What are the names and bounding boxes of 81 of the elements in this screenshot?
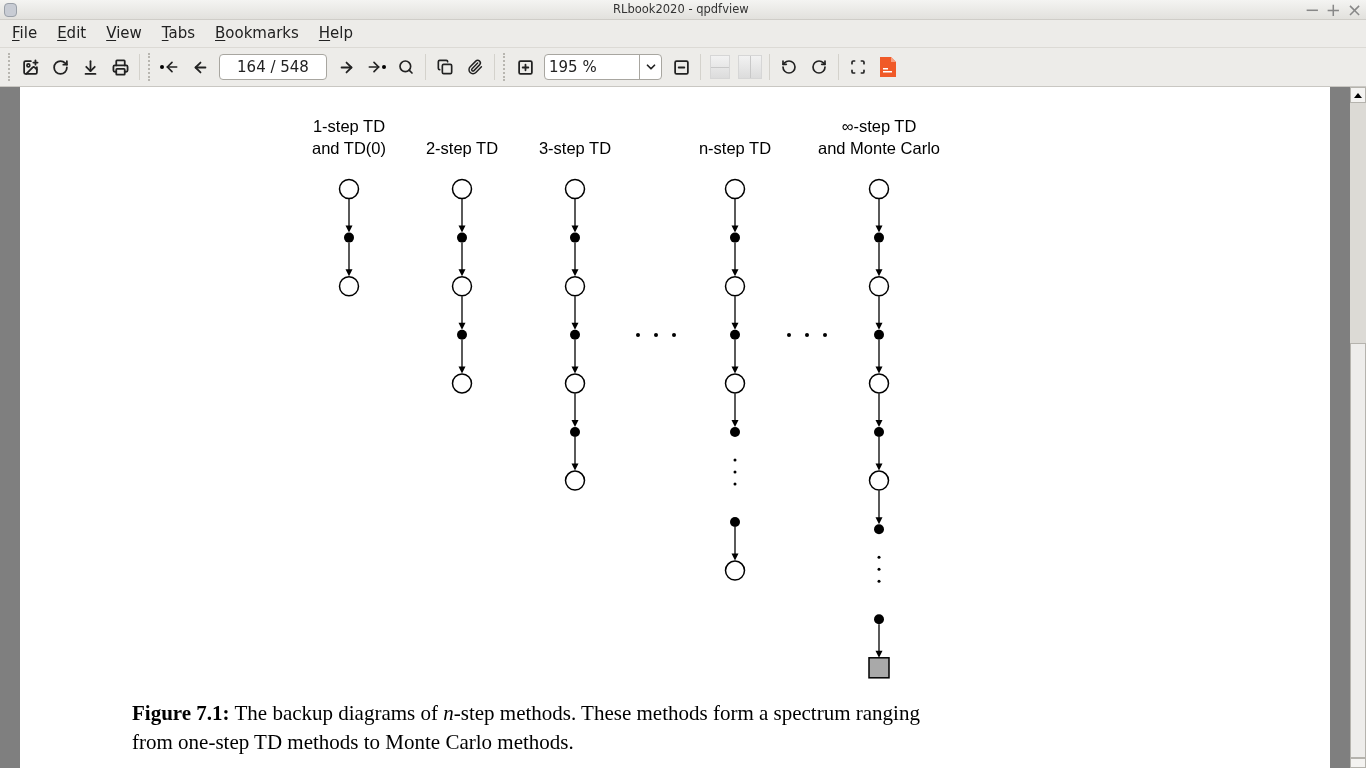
action-node — [570, 329, 580, 340]
menu-item[interactable]: View — [96, 22, 152, 45]
arrow — [458, 339, 466, 374]
action-node — [730, 329, 740, 340]
arrow — [571, 295, 579, 330]
page-field[interactable]: 164 / 548 — [219, 54, 327, 80]
action-node — [730, 517, 740, 527]
ellipsis-icon — [636, 333, 676, 337]
arrow — [571, 241, 579, 277]
ellipsis-icon — [787, 333, 827, 337]
state-node — [868, 178, 890, 200]
arrow — [458, 198, 466, 233]
state-node — [338, 275, 360, 297]
state-node — [451, 275, 473, 297]
state-node — [724, 560, 746, 581]
action-node — [457, 329, 467, 340]
arrow — [875, 392, 883, 427]
arrow — [875, 436, 883, 471]
vertical-scrollbar[interactable] — [1350, 87, 1366, 768]
state-node — [564, 470, 586, 491]
terminal-node — [868, 657, 890, 679]
arrow — [345, 198, 353, 233]
column-label: 1-step TD and TD(0) — [312, 116, 386, 159]
column-label: 2-step TD — [425, 138, 499, 159]
menu-item[interactable]: Tabs — [151, 22, 205, 45]
state-node — [724, 178, 746, 200]
state-node — [564, 178, 586, 200]
menu-item[interactable]: Help — [308, 22, 364, 45]
state-node — [451, 178, 473, 200]
arrow — [571, 392, 579, 427]
action-node — [457, 232, 467, 243]
state-node — [868, 275, 890, 297]
scroll-up-icon[interactable] — [1350, 87, 1366, 103]
arrow — [731, 198, 739, 233]
state-node — [564, 275, 586, 297]
scroll-thumb[interactable] — [1350, 343, 1366, 758]
zoom-combobox[interactable]: 195 % — [544, 54, 662, 80]
action-node — [874, 614, 884, 625]
state-node — [868, 470, 890, 491]
arrow — [458, 241, 466, 277]
arrow — [571, 198, 579, 233]
action-node — [730, 232, 740, 243]
state-node — [564, 373, 586, 394]
state-node — [451, 373, 473, 394]
action-node — [874, 329, 884, 340]
vertical-ellipsis-icon — [733, 458, 737, 486]
arrow — [731, 339, 739, 374]
arrow — [345, 241, 353, 277]
action-node — [874, 232, 884, 243]
action-node — [570, 232, 580, 243]
arrow — [571, 436, 579, 471]
arrow — [731, 241, 739, 277]
arrow — [731, 295, 739, 330]
menu-item[interactable]: Edit — [47, 22, 97, 45]
state-node — [724, 373, 746, 394]
action-node — [344, 232, 354, 243]
action-node — [874, 427, 884, 437]
column-label: 3-step TD — [538, 138, 612, 159]
action-node — [730, 427, 740, 437]
arrow — [875, 295, 883, 330]
action-node — [874, 524, 884, 535]
menu-item[interactable]: Bookmarks — [205, 22, 309, 45]
arrow — [875, 339, 883, 374]
arrow — [458, 295, 466, 330]
menu-item[interactable]: File — [2, 22, 48, 45]
state-node — [868, 373, 890, 394]
arrow — [875, 241, 883, 277]
arrow — [875, 623, 883, 658]
column-label: ∞-step TD and Monte Carlo — [818, 116, 940, 159]
column-label: n-step TD — [698, 138, 772, 159]
action-node — [570, 427, 580, 437]
state-node — [724, 275, 746, 297]
state-node — [338, 178, 360, 200]
arrow — [875, 198, 883, 233]
arrow — [875, 489, 883, 525]
figure-caption: Figure 7.1: The backup diagrams of n-step methods. These methods form a spectrum ranging from one-step TD methods to Monte Carlo methods. — [132, 700, 921, 756]
arrow — [571, 339, 579, 374]
arrow — [731, 526, 739, 561]
arrow — [731, 392, 739, 427]
window-title: RLbook2020 - qpdfview — [613, 0, 749, 18]
vertical-ellipsis-icon — [877, 555, 881, 583]
